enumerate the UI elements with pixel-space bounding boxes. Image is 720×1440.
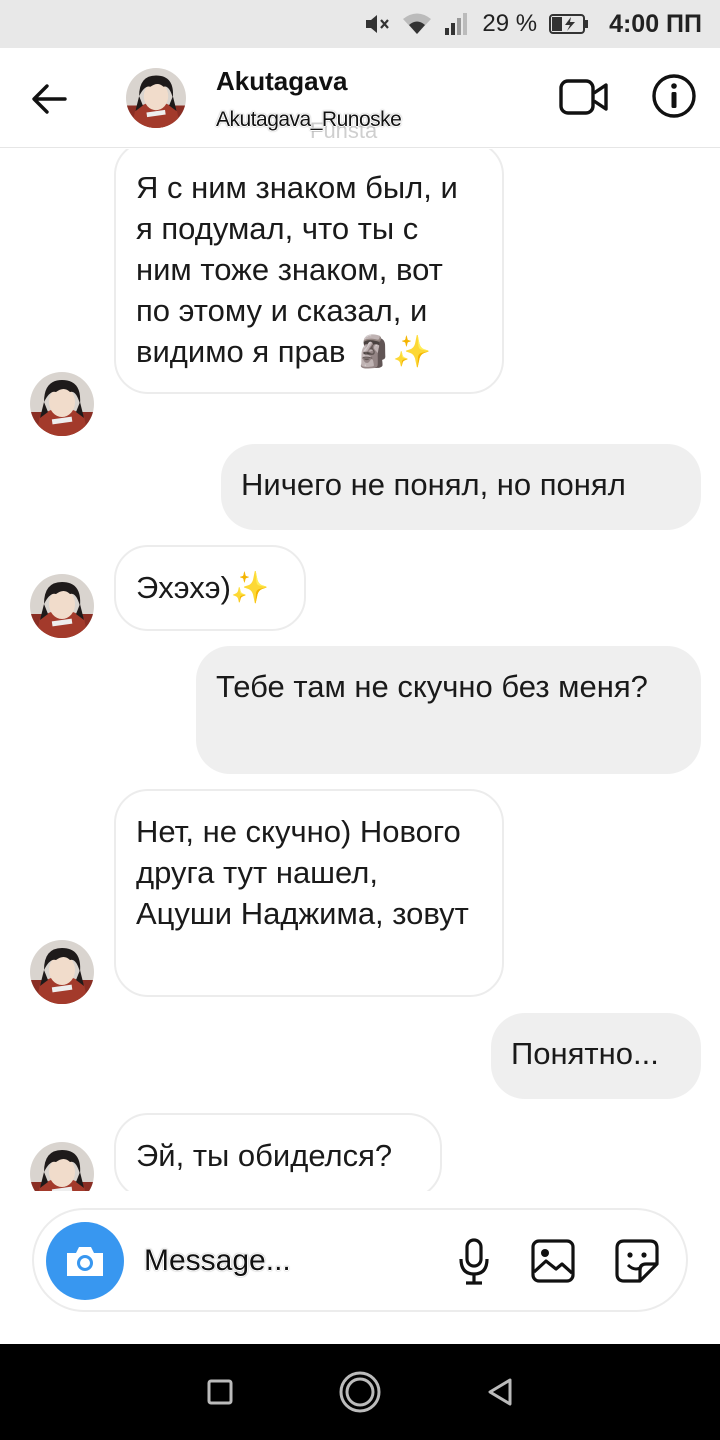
home-button[interactable] [330,1362,390,1422]
back-arrow-icon [32,84,67,114]
message-text: Понятно... [511,1036,659,1071]
sticker-button[interactable] [612,1236,662,1286]
message-text: Нет, не скучно) Нового друга тут нашел, … [136,814,469,931]
wifi-icon [402,12,432,36]
sticker-icon [615,1239,659,1283]
system-nav-bar [0,1344,720,1440]
recent-apps-icon [207,1379,233,1405]
status-bar: 29 % 4:00 ПП [0,0,720,48]
message-text: Эхэхэ)✨ [136,570,270,605]
chat-title[interactable]: Akutagava [216,66,348,97]
video-call-button[interactable] [556,74,612,120]
clock: 4:00 ПП [609,9,702,38]
message-list[interactable]: Я с ним знаком был, и я подумал, что ты … [0,149,720,1191]
camera-icon [67,1247,103,1276]
chat-username[interactable]: Akutagava_Runoske [216,108,402,132]
battery-icon [549,13,589,35]
message-incoming[interactable]: Эй, ты обиделся? [114,1113,442,1191]
microphone-icon [459,1238,489,1285]
mute-icon [364,12,390,36]
message-composer [32,1208,688,1312]
back-nav-button[interactable] [470,1362,530,1422]
sender-avatar[interactable] [30,372,94,436]
info-icon [652,74,696,118]
sender-avatar[interactable] [30,1142,94,1191]
message-input[interactable] [144,1236,424,1286]
sender-avatar[interactable] [30,574,94,638]
header-avatar[interactable] [126,68,186,128]
battery-percent: 29 % [482,10,538,37]
sender-avatar[interactable] [30,940,94,1004]
gallery-button[interactable] [528,1236,578,1286]
message-text: Ничего не понял, но понял [241,467,626,502]
recent-apps-button[interactable] [190,1362,250,1422]
message-text: Эй, ты обиделся? [136,1138,393,1173]
message-incoming[interactable]: Эхэхэ)✨ [114,545,306,631]
info-button[interactable] [650,72,698,120]
back-icon [488,1378,512,1406]
message-outgoing[interactable]: Тебе там не скучно без меня? [196,646,701,774]
message-text: Тебе там не скучно без меня? [216,669,648,704]
message-incoming[interactable]: Я с ним знаком был, и я подумал, что ты … [114,149,504,394]
back-button[interactable] [26,76,72,122]
gallery-icon [531,1239,575,1283]
signal-icon [444,12,470,36]
message-incoming[interactable]: Нет, не скучно) Нового друга тут нашел, … [114,789,504,997]
camera-button[interactable] [46,1222,124,1300]
chat-header: Akutagava Funsta Akutagava_Runoske [0,48,720,148]
video-call-icon [559,79,608,115]
message-text: Я с ним знаком был, и я подумал, что ты … [136,170,458,369]
message-outgoing[interactable]: Ничего не понял, но понял [221,444,701,530]
home-icon [339,1371,381,1413]
microphone-button[interactable] [452,1234,496,1290]
message-outgoing[interactable]: Понятно... [491,1013,701,1099]
